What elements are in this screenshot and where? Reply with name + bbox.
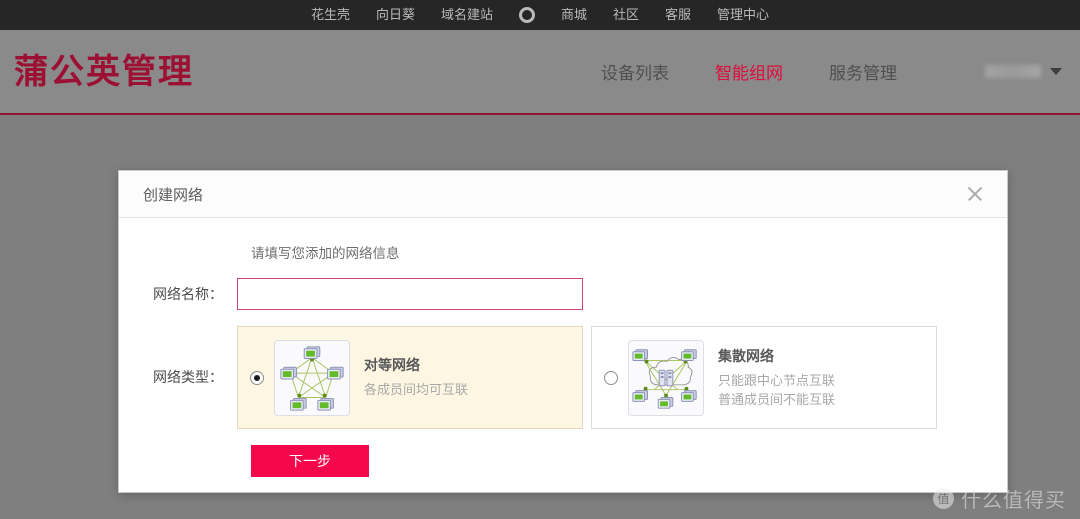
dialog-title: 创建网络 (143, 186, 204, 204)
nav-item-smart-network[interactable]: 智能组网 (715, 59, 783, 84)
user-name-masked (985, 65, 1041, 78)
form-hint: 请填写您添加的网络信息 (251, 246, 400, 261)
mesh-network-icon (274, 339, 350, 416)
network-type-text-hub: 集散网络 只能跟中心节点互联 普通成员间不能互联 (718, 346, 835, 410)
watermark: 值 什么值得买 (933, 484, 1066, 513)
form-row-network-name: 网络名称： (119, 278, 1007, 310)
network-type-label: 网络类型： (153, 369, 223, 385)
network-type-desc-p2p-1: 各成员间均可互联 (364, 382, 469, 398)
hub-spoke-network-icon (628, 339, 704, 416)
site-logo[interactable]: 蒲公英管理 (14, 55, 194, 89)
top-utility-bar: 花生壳 向日葵 域名建站 商城 社区 客服 管理中心 (0, 0, 1080, 30)
network-type-option-hub[interactable]: 集散网络 只能跟中心节点互联 普通成员间不能互联 (591, 326, 937, 429)
radio-hub[interactable] (604, 370, 618, 385)
dialog-body: 请填写您添加的网络信息 网络名称： 网络类型： 对等网络 各成员间均可互联 集散… (119, 218, 1007, 477)
topbar-link-huashengke[interactable]: 花生壳 (311, 0, 350, 30)
network-type-option-p2p[interactable]: 对等网络 各成员间均可互联 (237, 326, 583, 429)
topbar-link-admin-center[interactable]: 管理中心 (717, 0, 769, 30)
watermark-badge-icon: 值 (933, 488, 954, 509)
watermark-text: 什么值得买 (961, 490, 1066, 512)
create-network-dialog: 创建网络 请填写您添加的网络信息 网络名称： 网络类型： 对等网络 各成员间均可… (118, 170, 1008, 493)
dialog-header: 创建网络 (119, 171, 1007, 218)
next-step-button[interactable]: 下一步 (251, 445, 369, 477)
network-type-text-p2p: 对等网络 各成员间均可互联 (364, 355, 468, 400)
main-navigation: 设备列表 智能组网 服务管理 (601, 59, 1062, 84)
user-menu[interactable] (985, 65, 1062, 78)
network-type-desc-hub-1: 只能跟中心节点互联 (718, 372, 836, 388)
network-type-options: 对等网络 各成员间均可互联 集散网络 只能跟中心节点互联 普通成员间不能互联 (237, 326, 937, 429)
network-name-input[interactable] (237, 278, 583, 310)
network-type-desc-hub-2: 普通成员间不能互联 (718, 392, 836, 407)
nav-item-device-list[interactable]: 设备列表 (601, 59, 669, 84)
topbar-link-support[interactable]: 客服 (665, 0, 691, 30)
chevron-down-icon (1050, 68, 1062, 75)
radio-p2p[interactable] (250, 370, 264, 385)
topbar-link-shop[interactable]: 商城 (561, 0, 587, 30)
ring-icon[interactable] (518, 7, 535, 23)
nav-item-service-management[interactable]: 服务管理 (829, 59, 897, 84)
network-type-name-p2p: 对等网络 (364, 357, 420, 374)
topbar-link-domain-site[interactable]: 域名建站 (441, 0, 493, 30)
site-header: 蒲公英管理 设备列表 智能组网 服务管理 (0, 30, 1080, 115)
network-type-name-hub: 集散网络 (718, 347, 774, 364)
form-row-network-type: 网络类型： 对等网络 各成员间均可互联 集散网络 只能跟中心节点互联 普通成员间… (119, 326, 1007, 429)
dialog-actions: 下一步 (251, 445, 1007, 477)
network-name-label: 网络名称： (153, 286, 223, 302)
topbar-link-xiangrikui[interactable]: 向日葵 (376, 0, 415, 30)
close-icon[interactable] (963, 182, 987, 206)
topbar-link-community[interactable]: 社区 (613, 0, 639, 30)
